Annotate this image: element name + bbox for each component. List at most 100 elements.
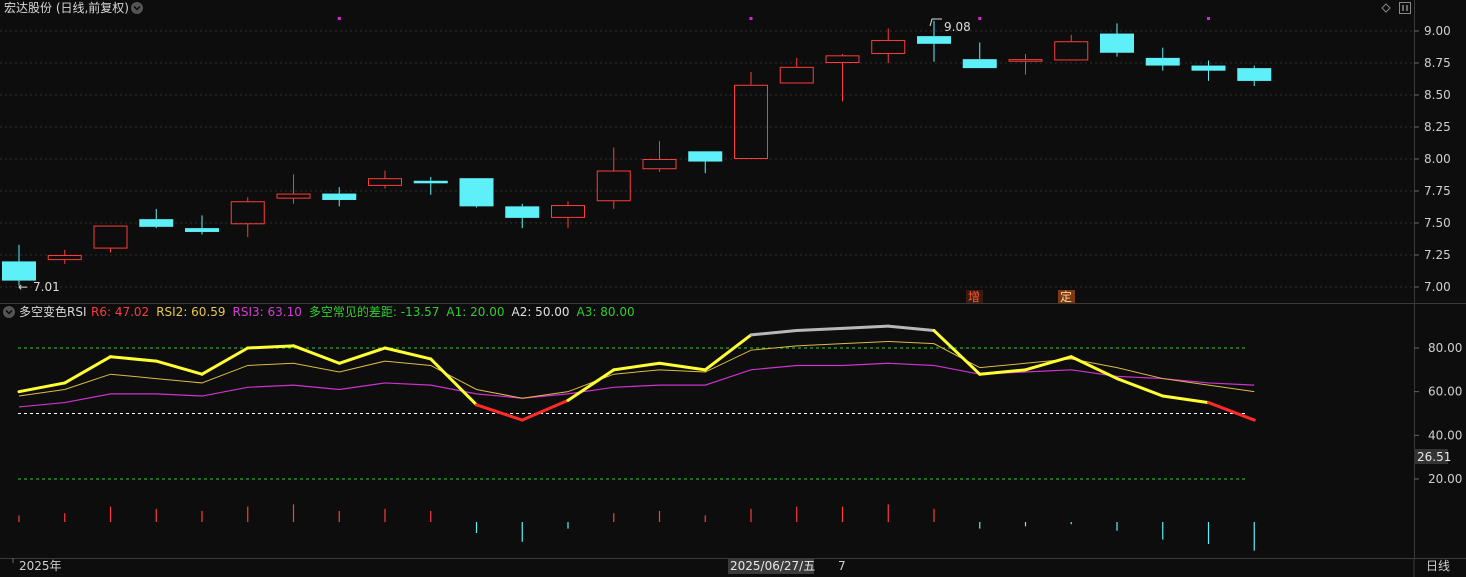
candle-body [596,170,631,202]
price-tick-label: 8.75 [1424,56,1451,70]
candle-body [413,180,448,184]
crosshair-value: 26.51 [1417,450,1451,464]
candle[interactable] [185,215,219,235]
rsi-main-segment [886,324,936,333]
event-tag-increase-label: 增 [968,290,980,304]
rsi-main-segment [841,324,890,330]
candle-body [1100,33,1134,53]
price-tick-label: 7.50 [1424,216,1451,230]
candle[interactable] [1008,54,1043,75]
candle-body [368,178,402,186]
candle[interactable] [505,203,540,229]
candle[interactable] [1054,34,1089,61]
candle-body [1054,41,1089,61]
price-tick-label: 7.00 [1424,280,1451,294]
candle[interactable] [688,151,723,174]
candle[interactable] [596,147,631,209]
rsi-legend-item: A1: 20.00 [446,305,504,319]
candle-body [47,255,82,261]
candle[interactable] [779,57,814,84]
price-tick-label: 9.00 [1424,24,1451,38]
candle[interactable] [1145,47,1180,71]
candle[interactable] [642,141,677,172]
candle[interactable] [825,54,860,102]
price-tick-label: 7.75 [1424,184,1451,198]
rsi-main-segment [154,359,204,376]
candle-body [1008,59,1043,62]
candle[interactable] [1191,60,1226,81]
rsi-tick-label: 80.00 [1428,341,1462,355]
price-tick-label: 7.25 [1424,248,1451,262]
rsi-tick-label: 40.00 [1428,428,1462,442]
rsi-tick-label: 60.00 [1428,385,1462,399]
candle-body [459,178,494,207]
rsi3-line [18,362,1255,408]
candle[interactable] [551,201,585,229]
high-pointer [929,18,942,27]
candle[interactable] [139,208,174,229]
rsi-main-segment [1161,394,1210,405]
candle-body [1145,57,1180,66]
candle[interactable] [93,225,128,253]
candle[interactable] [871,28,906,63]
rsi-main-segment [475,403,524,422]
rsi-main-segment [1069,355,1119,381]
candle[interactable] [47,249,82,264]
candle[interactable] [322,187,357,207]
low-label: 7.01 [33,280,60,294]
candle[interactable] [734,71,768,159]
rsi-dropdown-icon[interactable] [3,306,15,318]
rsi-main-segment [932,329,982,376]
high-label: 9.08 [944,20,971,34]
rsi-main-segment [520,398,570,422]
candle-body [642,159,677,170]
candle[interactable] [413,176,448,195]
rsi-legend-item: RSI2: 60.59 [156,305,225,319]
rsi-main-segment [246,344,295,350]
candle[interactable] [230,197,265,238]
rsi-main-segment [200,346,250,376]
low-arrow: ← [18,280,28,294]
candle[interactable] [368,170,402,189]
signal-marker [337,17,341,20]
title-dropdown-icon[interactable] [131,2,143,14]
rsi-main-segment [566,368,616,402]
signal-marker [1207,17,1210,20]
candle[interactable] [459,178,494,208]
window-toggle-icon[interactable] [1399,2,1411,14]
candle-body [734,84,768,159]
candle[interactable] [1237,65,1272,87]
candle-body [779,66,814,84]
candle-body [276,193,311,199]
year-label: 2025年 [19,559,62,573]
candle-body [230,201,265,225]
candle[interactable] [276,174,311,204]
candle-body [505,206,540,218]
rsi-main-segment [795,326,844,333]
candle[interactable] [1100,23,1134,57]
period-label[interactable]: 日线 [1426,559,1450,573]
event-tag-fixed-label: 定 [1060,289,1072,304]
rsi-tick-label: 20.00 [1428,472,1462,486]
signal-marker [978,17,982,20]
chart-title: 宏达股份 (日线,前复权) [4,0,129,15]
candle-body [917,36,951,44]
rsi-title: 多空变色RSI [19,304,87,319]
rsi-legend-item: RSI3: 63.10 [233,305,302,319]
diamond-icon[interactable] [1381,3,1391,13]
candle-body [2,261,36,281]
candle-body [688,151,723,162]
cursor-date: 2025/06/27/五 [730,559,815,573]
candle-body [551,205,585,218]
rsi-main-segment [383,346,433,361]
rsi-legend-item: A2: 50.00 [511,305,569,319]
price-tick-label: 8.25 [1424,120,1451,134]
candle[interactable] [962,42,997,69]
candle-body [871,39,906,55]
rsi-main-segment [612,361,661,372]
rsi-main-segment [1024,355,1073,372]
candle-body [962,59,997,69]
price-tick-label: 8.00 [1424,152,1451,166]
rsi-main-segment [749,329,799,337]
candle-body [185,228,219,232]
